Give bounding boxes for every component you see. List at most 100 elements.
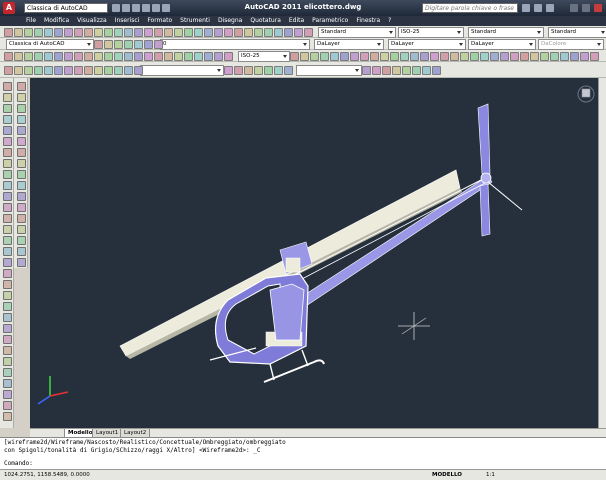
draw-tool-icon[interactable] xyxy=(3,291,12,300)
menu-quotatura[interactable]: Quotatura xyxy=(246,16,285,26)
menu-formato[interactable]: Formato xyxy=(143,16,176,26)
mleader-style-select[interactable]: Standard xyxy=(548,27,606,38)
draw-tool-icon[interactable] xyxy=(3,159,12,168)
standard-tool-icon[interactable] xyxy=(94,28,103,37)
dimension-tool-icon[interactable] xyxy=(430,52,439,61)
view-tool-icon[interactable] xyxy=(114,66,123,75)
dimension-tool-icon[interactable] xyxy=(360,52,369,61)
draw-tool-icon[interactable] xyxy=(3,324,12,333)
menu-modifica[interactable]: Modifica xyxy=(40,16,73,26)
workspace-select[interactable]: Classica di AutoCAD xyxy=(6,39,94,50)
view-tool-icon[interactable] xyxy=(412,66,421,75)
dimension-tool-icon[interactable] xyxy=(520,52,529,61)
standard-tool-icon[interactable] xyxy=(204,28,213,37)
draw-tool-icon[interactable] xyxy=(3,247,12,256)
standard-tool-icon[interactable] xyxy=(24,28,33,37)
standard-tool-icon[interactable] xyxy=(4,28,13,37)
view-tool-icon[interactable] xyxy=(254,66,263,75)
dimension-tool-icon[interactable] xyxy=(94,52,103,61)
view-tool-icon[interactable] xyxy=(34,66,43,75)
menu-file[interactable]: File xyxy=(0,16,40,26)
modify-tool-icon[interactable] xyxy=(17,93,26,102)
view-tool-icon[interactable] xyxy=(14,66,23,75)
view-tool-icon[interactable] xyxy=(284,66,293,75)
modify-tool-icon[interactable] xyxy=(17,82,26,91)
draw-tool-icon[interactable] xyxy=(3,104,12,113)
view-tool-icon[interactable] xyxy=(64,66,73,75)
view-tool-icon[interactable] xyxy=(94,66,103,75)
dimension-tool-icon[interactable] xyxy=(24,52,33,61)
draw-tool-icon[interactable] xyxy=(3,258,12,267)
dimension-tool-icon[interactable] xyxy=(550,52,559,61)
dimension-tool-icon[interactable] xyxy=(310,52,319,61)
standard-tool-icon[interactable] xyxy=(144,28,153,37)
modify-tool-icon[interactable] xyxy=(17,115,26,124)
dimension-tool-icon[interactable] xyxy=(480,52,489,61)
draw-tool-icon[interactable] xyxy=(3,280,12,289)
modify-tool-icon[interactable] xyxy=(17,137,26,146)
modify-tool-icon[interactable] xyxy=(17,170,26,179)
view-tool-icon[interactable] xyxy=(392,66,401,75)
dimension-tool-icon[interactable] xyxy=(114,52,123,61)
dimension-tool-icon[interactable] xyxy=(134,52,143,61)
layer-select[interactable]: 0 xyxy=(160,39,310,50)
dimension-tool-icon[interactable] xyxy=(590,52,599,61)
annotation-scale[interactable]: 1:1 xyxy=(486,470,495,480)
modify-tool-icon[interactable] xyxy=(17,214,26,223)
modify-tool-icon[interactable] xyxy=(17,126,26,135)
dimension-tool-icon[interactable] xyxy=(194,52,203,61)
draw-tool-icon[interactable] xyxy=(3,137,12,146)
layer-tool-icon[interactable] xyxy=(104,40,113,49)
dimension-tool-icon[interactable] xyxy=(330,52,339,61)
table-style-select[interactable]: Standard xyxy=(468,27,544,38)
standard-tool-icon[interactable] xyxy=(174,28,183,37)
search-icon[interactable] xyxy=(522,4,530,12)
view-tool-icon[interactable] xyxy=(422,66,431,75)
dimension-tool-icon[interactable] xyxy=(530,52,539,61)
menu-help[interactable]: ? xyxy=(384,16,395,26)
view-tool-icon[interactable] xyxy=(134,66,143,75)
dimension-tool-icon[interactable] xyxy=(204,52,213,61)
dimension-tool-icon[interactable] xyxy=(64,52,73,61)
dimension-tool-icon[interactable] xyxy=(154,52,163,61)
dimension-tool-icon[interactable] xyxy=(410,52,419,61)
command-prompt[interactable]: Comando: xyxy=(4,460,33,467)
dim-style-select[interactable]: ISO-25 xyxy=(398,27,464,38)
view-tool-icon[interactable] xyxy=(74,66,83,75)
dimension-tool-icon[interactable] xyxy=(290,52,299,61)
draw-tool-icon[interactable] xyxy=(3,181,12,190)
linetype-select[interactable]: DaLayer xyxy=(388,39,466,50)
modify-tool-icon[interactable] xyxy=(17,225,26,234)
draw-tool-icon[interactable] xyxy=(3,148,12,157)
minimize-icon[interactable] xyxy=(570,4,578,12)
view-tool-icon[interactable] xyxy=(382,66,391,75)
draw-tool-icon[interactable] xyxy=(3,379,12,388)
layer-tool-icon[interactable] xyxy=(144,40,153,49)
visual-style-select[interactable] xyxy=(296,65,362,76)
close-icon[interactable] xyxy=(594,4,602,12)
draw-tool-icon[interactable] xyxy=(3,126,12,135)
modify-tool-icon[interactable] xyxy=(17,247,26,256)
dimension-tool-icon[interactable] xyxy=(74,52,83,61)
dimension-tool-icon[interactable] xyxy=(510,52,519,61)
view-tool-icon[interactable] xyxy=(24,66,33,75)
dimension-tool-icon[interactable] xyxy=(340,52,349,61)
help-icon[interactable] xyxy=(546,4,554,12)
view-tool-icon[interactable] xyxy=(104,66,113,75)
dimension-tool-icon[interactable] xyxy=(460,52,469,61)
view-tool-icon[interactable] xyxy=(44,66,53,75)
modify-tool-icon[interactable] xyxy=(17,236,26,245)
menu-edita[interactable]: Edita xyxy=(285,16,308,26)
view-tool-icon[interactable] xyxy=(362,66,371,75)
view-tool-icon[interactable] xyxy=(244,66,253,75)
modify-tool-icon[interactable] xyxy=(17,203,26,212)
view-tool-icon[interactable] xyxy=(372,66,381,75)
standard-tool-icon[interactable] xyxy=(14,28,23,37)
draw-tool-icon[interactable] xyxy=(3,236,12,245)
standard-tool-icon[interactable] xyxy=(74,28,83,37)
standard-tool-icon[interactable] xyxy=(104,28,113,37)
view-tool-icon[interactable] xyxy=(224,66,233,75)
dimension-tool-icon[interactable] xyxy=(580,52,589,61)
dimension-tool-icon[interactable] xyxy=(84,52,93,61)
modify-tool-icon[interactable] xyxy=(17,148,26,157)
